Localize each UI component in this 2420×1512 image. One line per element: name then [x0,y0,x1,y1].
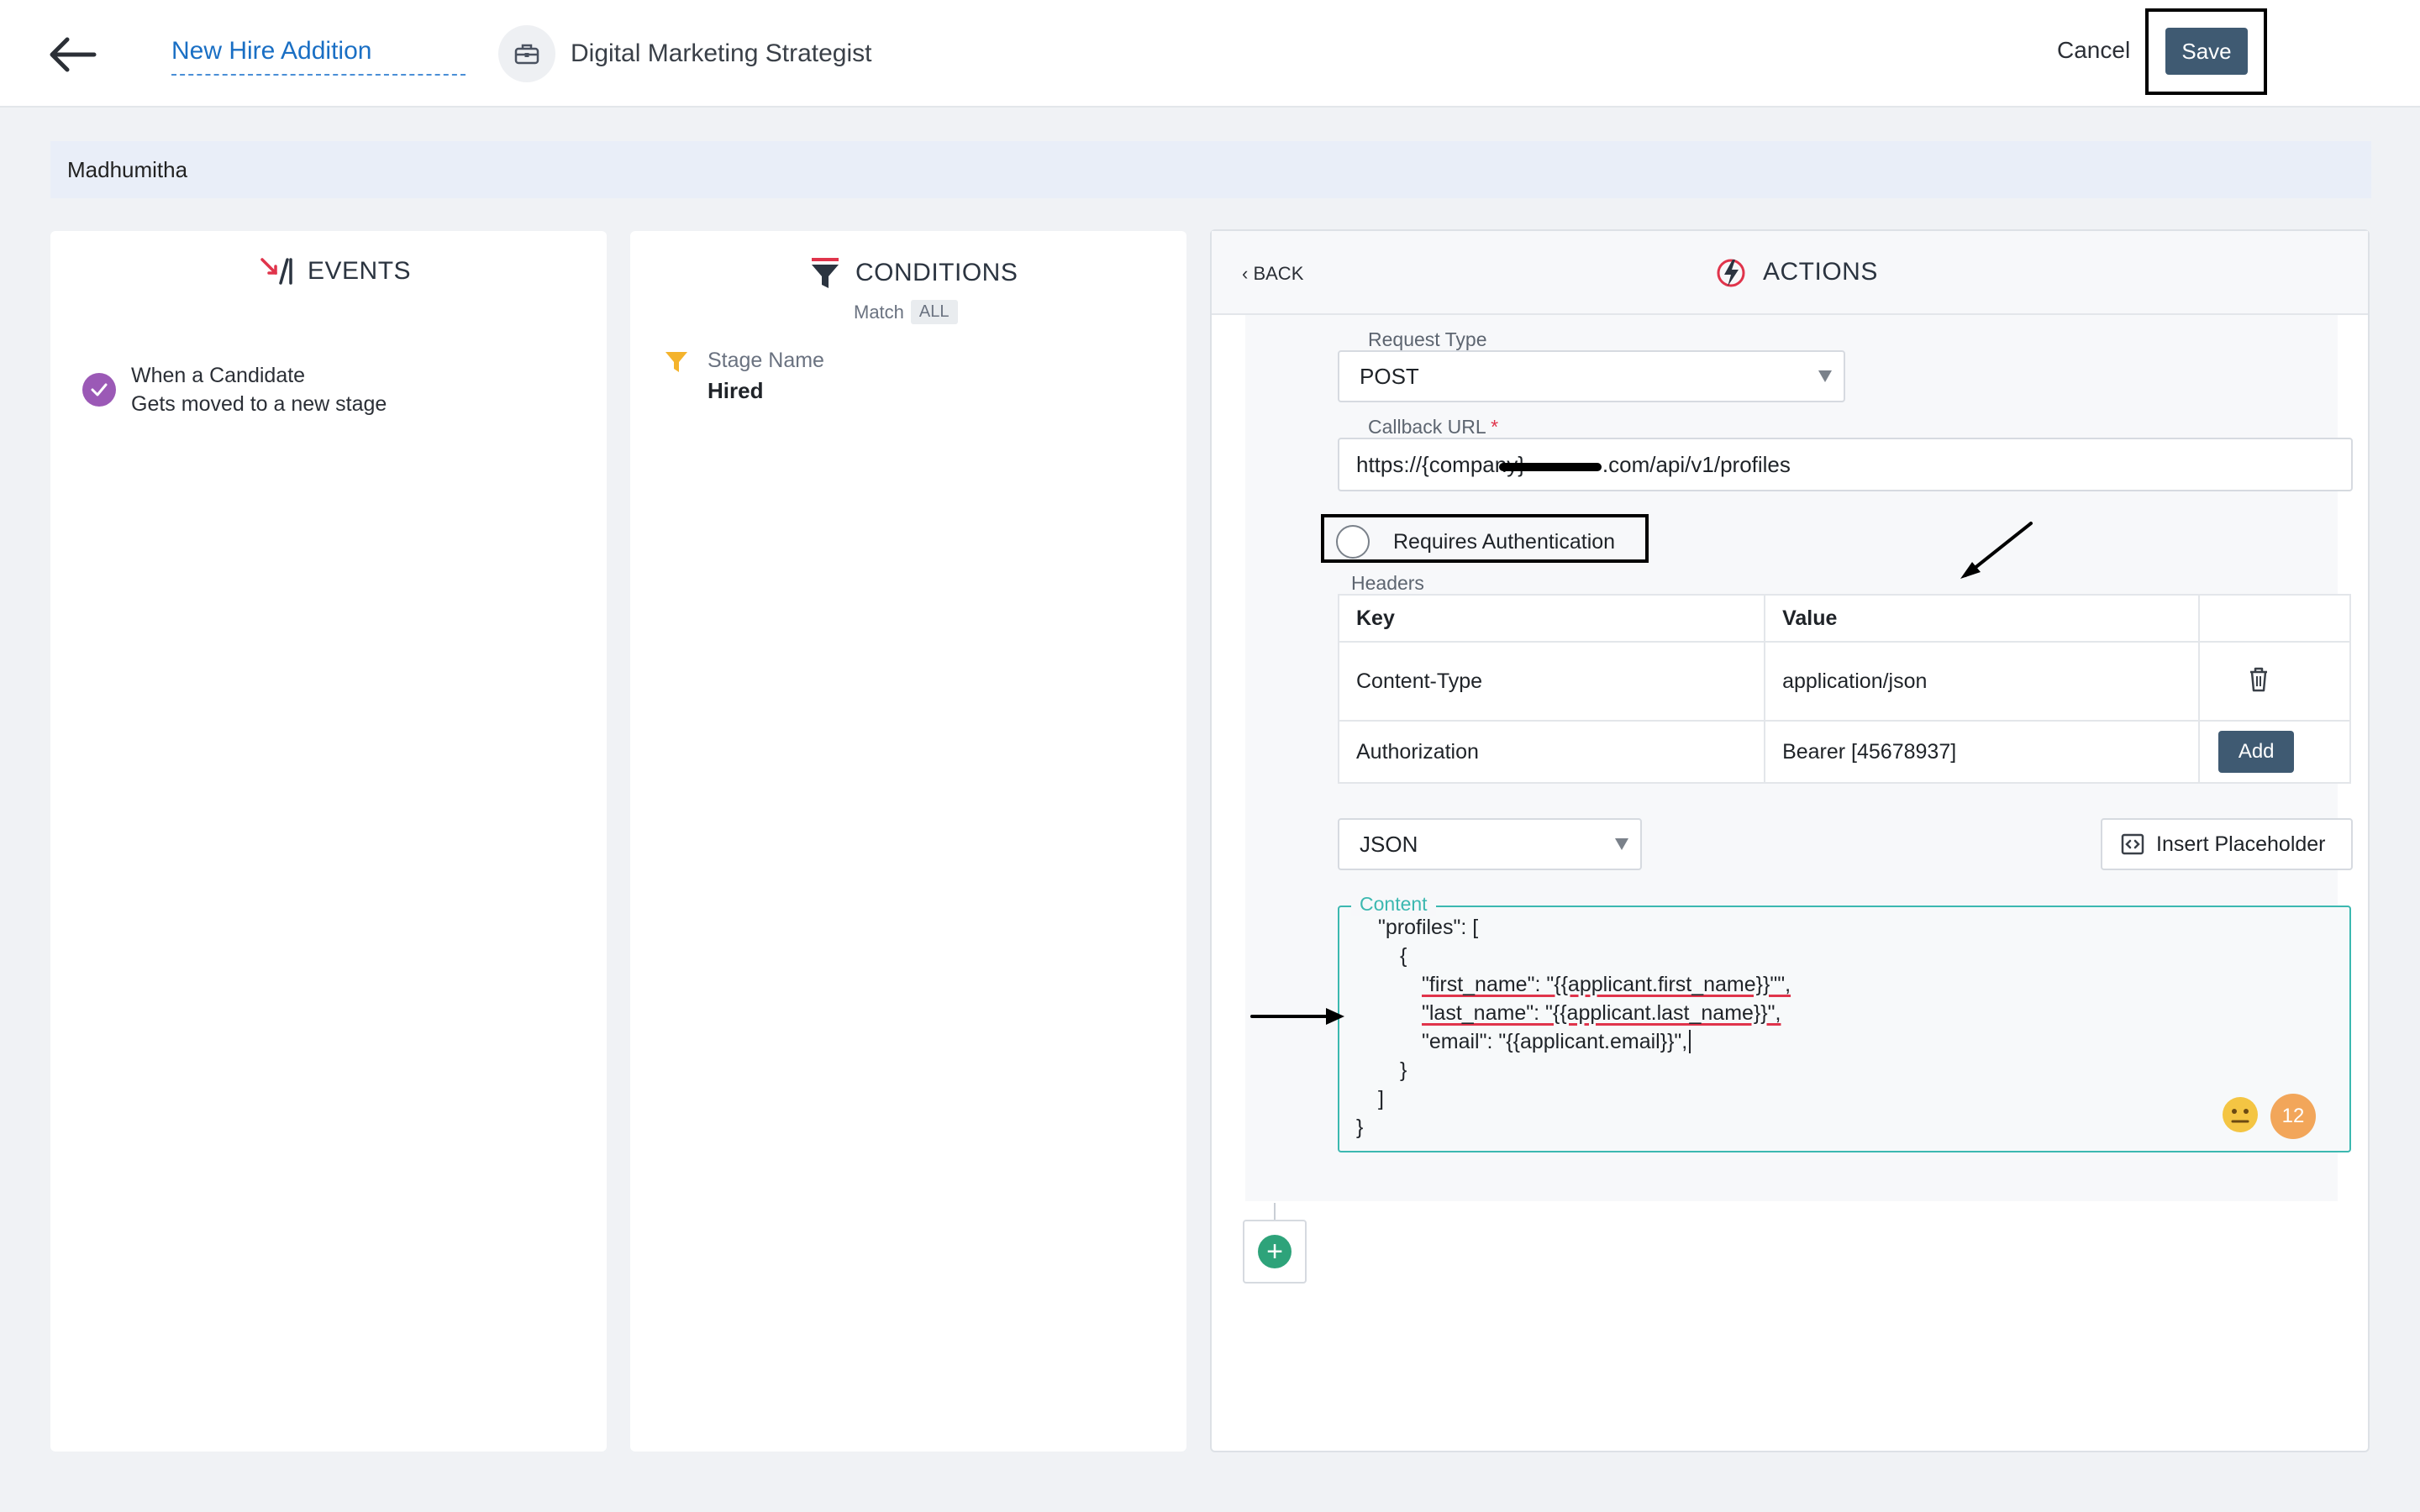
actions-header: ‹ BACK ACTIONS [1212,231,2368,315]
back-link[interactable]: ‹ BACK [1242,263,1303,285]
required-marker: * [1491,416,1499,438]
code-line: "email": "{{applicant.email}}", [1422,1030,1691,1054]
actions-heading: ACTIONS [1763,258,1878,286]
column-header-value: Value [1764,594,2201,643]
request-type-select[interactable]: POST [1338,350,1845,402]
char-count-badge: 12 [2270,1094,2316,1139]
conditions-heading: CONDITIONS [855,259,1018,286]
requires-auth-radio[interactable] [1336,525,1370,559]
condition-value: Hired [708,378,764,403]
event-trigger-line1: When a Candidate [131,364,306,387]
request-type-value: POST [1360,363,1419,389]
page-title[interactable]: New Hire Addition [171,37,466,76]
plus-circle-icon: + [1258,1235,1292,1268]
event-item[interactable]: When a Candidate Gets moved to a new sta… [82,361,387,418]
actions-title: ACTIONS [1716,256,1878,288]
top-bar: New Hire Addition Digital Marketing Stra… [0,0,2420,108]
arrow-left-icon[interactable] [47,34,97,76]
header-key-cell[interactable]: Content-Type [1337,641,1766,722]
header-key-cell[interactable]: Authorization [1337,720,1766,784]
content-format-value: JSON [1360,831,1418,857]
conditions-header: CONDITIONS [810,256,1018,290]
action-form: Request Type POST Callback URL * https:/… [1245,315,2353,1201]
code-line: { [1400,944,1407,968]
job-title: Digital Marketing Strategist [571,39,872,67]
candidate-name-strip: Madhumitha [50,141,2371,198]
code-bracket-icon [2121,833,2144,855]
header-value-cell[interactable]: Bearer [45678937] [1764,720,2201,784]
candidate-name: Madhumitha [67,156,188,182]
job-icon-badge [498,25,555,82]
headers-label: Headers [1351,572,1424,595]
match-badge[interactable]: ALL [910,300,958,324]
caret-down-icon [1615,838,1628,850]
conditions-panel: CONDITIONS Match ALL Stage Name Hired [630,231,1186,1452]
callback-url-label: Callback URL [1368,416,1486,438]
callback-url-suffix: .com/api/v1/profiles [1602,451,1791,477]
neutral-face-icon[interactable] [2222,1096,2259,1133]
events-logo-icon [260,258,292,285]
code-line: } [1400,1058,1407,1082]
save-button[interactable]: Save [2165,28,2248,75]
add-header-button[interactable]: Add [2218,731,2295,773]
code-line: "last_name": "{{applicant.last_name}}", [1422,1001,1781,1025]
insert-placeholder-button[interactable]: Insert Placeholder [2101,818,2353,870]
column-header-actions [2198,594,2351,643]
code-line: } [1356,1116,1364,1139]
content-format-select[interactable]: JSON [1338,818,1642,870]
add-action-button[interactable]: + [1243,1220,1307,1284]
events-panel: EVENTS When a Candidate Gets moved to a … [50,231,607,1452]
filter-small-icon [666,352,687,372]
match-row: Match ALL [854,300,958,324]
connector-line [1274,1203,1276,1221]
check-icon [82,373,116,407]
callback-url-label-wrap: Callback URL * [1360,416,1507,438]
headers-table: Key Value Content-Type application/json … [1337,594,2351,784]
condition-item[interactable]: Stage Name Hired [664,349,824,404]
match-label: Match [854,301,904,323]
header-value-cell[interactable]: application/json [1764,641,2201,722]
row-action-cell: Add [2198,720,2351,784]
briefcase-icon [514,44,539,65]
row-action-cell [2198,641,2351,722]
trash-icon[interactable] [2242,662,2275,696]
insert-placeholder-label: Insert Placeholder [2156,832,2326,856]
column-header-key: Key [1337,594,1766,643]
chevron-left-icon: ‹ [1242,263,1249,284]
annotation-arrow-icon [1960,522,2033,579]
event-trigger-line2: Gets moved to a new stage [131,392,387,416]
request-type-label: Request Type [1360,328,1496,351]
lightning-icon [1717,259,1745,287]
events-heading: EVENTS [308,257,412,285]
back-label: BACK [1253,263,1304,284]
callback-url-input[interactable]: https://{company} .com/api/v1/profiles [1338,438,2353,491]
content-label: Content [1351,893,1436,916]
requires-auth-label[interactable]: Requires Authentication [1393,530,1615,554]
table-row: Content-Type application/json [1337,641,2351,722]
events-header: EVENTS [259,256,411,286]
annotation-arrow-right-icon [1250,1008,1344,1025]
headers-table-head: Key Value [1337,594,2351,643]
actions-panel: ‹ BACK ACTIONS Request Type POST Callbac… [1210,229,2370,1452]
cancel-button[interactable]: Cancel [2057,37,2130,64]
table-row: Authorization Bearer [45678937] Add [1337,720,2351,784]
content-editor[interactable]: "profiles": [ { "first_name": "{{applica… [1338,906,2351,1152]
filter-icon [812,258,839,288]
code-line: ] [1378,1087,1384,1110]
redaction-mark [1499,463,1602,471]
code-line: "first_name": "{{applicant.first_name}}"… [1422,973,1791,996]
caret-down-icon [1818,370,1832,382]
code-line: "profiles": [ [1378,916,1479,939]
condition-label: Stage Name [708,349,824,372]
